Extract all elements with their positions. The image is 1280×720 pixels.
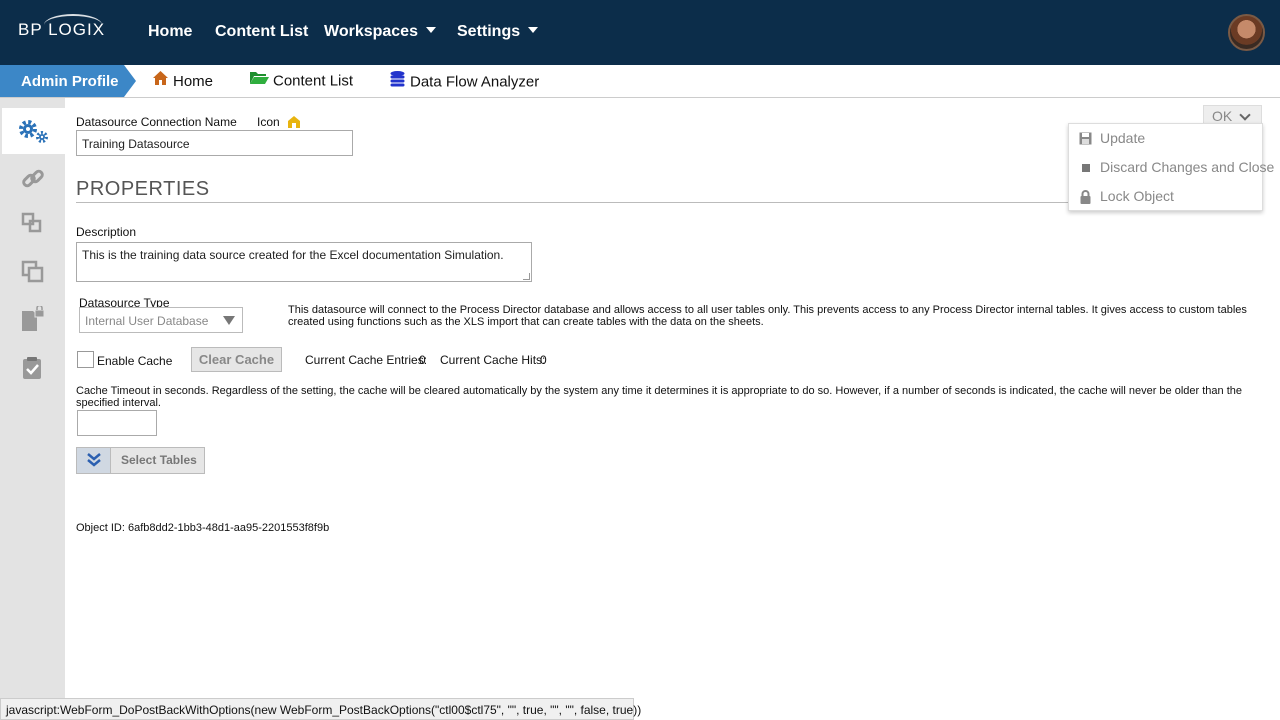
icon-label: Icon: [257, 115, 280, 129]
nav-content-list[interactable]: Content List: [215, 23, 308, 41]
file-lock-icon[interactable]: [20, 306, 46, 332]
section-divider: [76, 202, 1076, 203]
subnav-content-list[interactable]: Content List: [249, 72, 353, 91]
browser-status-bar: javascript:WebForm_DoPostBackWithOptions…: [0, 698, 641, 720]
datasource-type-select[interactable]: Internal User Database: [79, 307, 243, 333]
chevron-down-icon: [425, 26, 436, 33]
clear-cache-button[interactable]: Clear Cache: [191, 347, 282, 372]
select-tables-button[interactable]: Select Tables: [76, 447, 205, 474]
description-textarea[interactable]: This is the training data source created…: [76, 242, 532, 282]
gears-icon: [19, 120, 48, 143]
link-icon[interactable]: [20, 166, 46, 192]
nav-workspaces[interactable]: Workspaces: [324, 23, 436, 41]
enable-cache-checkbox[interactable]: [77, 351, 94, 368]
menu-item-update[interactable]: Update: [1069, 124, 1264, 153]
cache-hits-value: 0: [540, 353, 547, 367]
properties-heading: PROPERTIES: [76, 178, 210, 200]
logo-arc: [44, 14, 102, 36]
cache-entries-value: 0: [419, 353, 426, 367]
object-id-value: 6afb8dd2-1bb3-48d1-aa95-2201553f8f9b: [127, 522, 330, 534]
enable-cache-label: Enable Cache: [97, 354, 173, 368]
menu-item-discard[interactable]: Discard Changes and Close: [1069, 153, 1274, 182]
cache-entries-label: Current Cache Entries:: [305, 353, 428, 367]
stop-icon: [1082, 164, 1090, 172]
resize-grip-icon[interactable]: [523, 273, 530, 280]
layers-icon[interactable]: [20, 211, 46, 237]
conn-name-input[interactable]: Training Datasource: [76, 130, 353, 156]
ok-dropdown-menu: Update Discard Changes and Close Lock Ob…: [1068, 123, 1274, 211]
object-id-label: Object ID:: [76, 522, 125, 534]
description-text: This is the training data source created…: [82, 248, 504, 262]
cache-timeout-label: Cache Timeout in seconds. Regardless of …: [76, 385, 1242, 409]
breadcrumb-bar: Admin Profile Home Content List Data Flo…: [0, 65, 1280, 98]
subnav-home[interactable]: Home: [152, 70, 213, 92]
folder-icon: [249, 70, 269, 89]
cache-timeout-input[interactable]: [77, 410, 157, 436]
save-icon: [1079, 132, 1092, 145]
subnav-data-flow-analyzer[interactable]: Data Flow Analyzer: [389, 70, 539, 93]
description-label: Description: [76, 225, 137, 239]
menu-item-lock[interactable]: Lock Object: [1069, 182, 1264, 211]
house-icon: [152, 70, 169, 90]
nav-home[interactable]: Home: [148, 23, 192, 41]
copy-icon[interactable]: [20, 259, 46, 285]
lock-icon: [1080, 190, 1091, 204]
conn-name-label: Datasource Connection Name: [76, 115, 237, 129]
datasource-icon[interactable]: [287, 115, 301, 129]
object-id: Object ID: 6afb8dd2-1bb3-48d1-aa95-22015…: [76, 522, 329, 534]
left-sidebar: [0, 98, 65, 720]
database-icon: [389, 70, 406, 91]
chevron-down-icon: [1239, 109, 1251, 121]
double-chevron-down-icon: [77, 448, 111, 473]
checklist-icon[interactable]: [20, 355, 46, 381]
nav-settings[interactable]: Settings: [457, 23, 539, 41]
datasource-type-info: This datasource will connect to the Proc…: [288, 304, 1247, 328]
sidebar-item-properties[interactable]: [2, 108, 65, 154]
chevron-down-icon: [528, 26, 539, 33]
admin-profile-tab[interactable]: Admin Profile: [0, 65, 136, 97]
cache-hits-label: Current Cache Hits:: [440, 353, 546, 367]
select-tables-label: Select Tables: [121, 453, 197, 467]
user-avatar[interactable]: [1228, 14, 1265, 51]
chevron-down-icon: [223, 316, 235, 325]
top-navbar: BP LOGIX Home Content List Workspaces Se…: [0, 0, 1280, 65]
